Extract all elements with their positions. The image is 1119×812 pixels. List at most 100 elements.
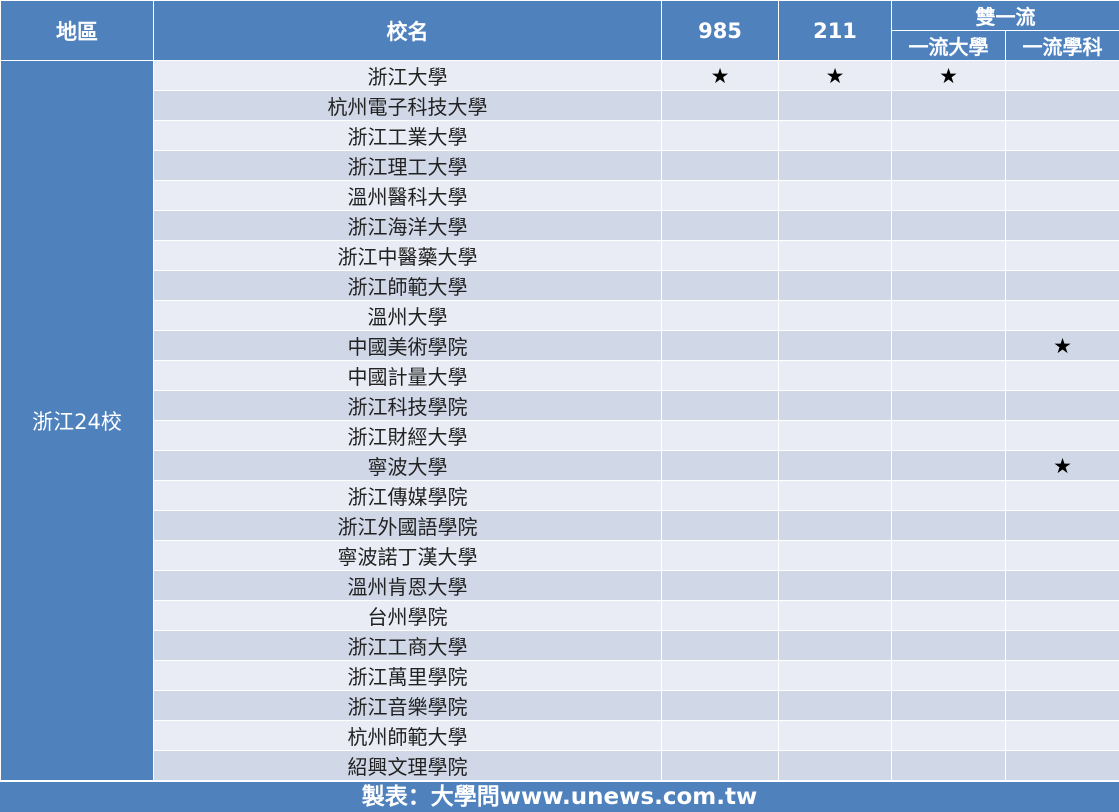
school-name-cell: 溫州醫科大學 [153,180,662,211]
table-row: 浙江科技學院 [1,390,1119,421]
cell-first-class-discipline [1005,750,1119,781]
school-name-cell: 寧波大學 [153,450,662,481]
header-region: 地區 [0,0,154,61]
cell-985 [661,300,779,331]
cell-first-class-university [891,150,1006,181]
cell-985 [661,150,779,181]
cell-first-class-discipline [1005,270,1119,301]
cell-first-class-university [891,120,1006,151]
cell-first-class-university [891,720,1006,751]
cell-first-class-discipline [1005,720,1119,751]
cell-first-class-discipline [1005,90,1119,121]
cell-first-class-discipline [1005,150,1119,181]
table-row: 浙江財經大學 [1,420,1119,451]
school-name-cell: 中國美術學院 [153,330,662,361]
cell-985 [661,330,779,361]
cell-211 [778,360,892,391]
table-row: 浙江萬里學院 [1,660,1119,691]
cell-first-class-discipline [1005,600,1119,631]
cell-first-class-university [891,210,1006,241]
cell-first-class-discipline [1005,690,1119,721]
school-name-cell: 浙江工業大學 [153,120,662,151]
cell-first-class-discipline [1005,540,1119,571]
school-name-cell: 杭州電子科技大學 [153,90,662,121]
cell-first-class-university [891,690,1006,721]
cell-211: ★ [778,60,892,91]
cell-985 [661,750,779,781]
cell-first-class-university [891,420,1006,451]
cell-985 [661,720,779,751]
cell-first-class-discipline [1005,60,1119,91]
cell-211 [778,510,892,541]
cell-first-class-university [891,570,1006,601]
cell-first-class-discipline: ★ [1005,330,1119,361]
cell-211 [778,90,892,121]
table-row: 浙江海洋大學 [1,210,1119,241]
cell-first-class-discipline [1005,180,1119,211]
cell-211 [778,330,892,361]
school-name-cell: 浙江音樂學院 [153,690,662,721]
school-name-cell: 浙江海洋大學 [153,210,662,241]
cell-985 [661,630,779,661]
cell-985 [661,360,779,391]
cell-211 [778,300,892,331]
cell-first-class-university [891,750,1006,781]
cell-985 [661,690,779,721]
cell-211 [778,720,892,751]
cell-first-class-university [891,450,1006,481]
school-name-cell: 浙江科技學院 [153,390,662,421]
region-cell: 浙江24校 [0,60,154,781]
cell-first-class-discipline [1005,480,1119,511]
cell-985 [661,210,779,241]
cell-first-class-discipline [1005,570,1119,601]
table-row: 浙江工商大學 [1,630,1119,661]
table-row: 中國計量大學 [1,360,1119,391]
cell-211 [778,180,892,211]
cell-first-class-university [891,180,1006,211]
cell-985: ★ [661,60,779,91]
cell-first-class-discipline [1005,390,1119,421]
table-row: 浙江工業大學 [1,120,1119,151]
cell-211 [778,450,892,481]
header-school-name: 校名 [153,0,662,61]
school-name-cell: 紹興文理學院 [153,750,662,781]
cell-211 [778,480,892,511]
school-table: 地區 校名 985 211 雙一流 一流大學 一流學科 浙江24校 浙江大學 ★ ★ ★… [0,0,1119,781]
table-row: 浙江24校 浙江大學 ★ ★ ★ [0,60,1119,781]
cell-985 [661,600,779,631]
cell-985 [661,510,779,541]
cell-first-class-university [891,300,1006,331]
school-name-cell: 浙江大學 [153,60,662,91]
table-row: 浙江中醫藥大學 [1,240,1119,271]
cell-first-class-university [891,600,1006,631]
cell-985 [661,480,779,511]
cell-985 [661,390,779,421]
table-row: 浙江理工大學 [1,150,1119,181]
cell-first-class-discipline [1005,300,1119,331]
cell-211 [778,270,892,301]
school-name-cell: 中國計量大學 [153,360,662,391]
table-body: 浙江24校 浙江大學 ★ ★ ★ 杭州電子科技大學 浙江工業大學 浙江理工大學 溫州醫科大學 浙江… [0,60,1119,781]
table-header: 地區 校名 985 211 雙一流 一流大學 一流學科 [0,0,1119,61]
header-double-first-class: 雙一流 [891,0,1119,31]
table-footer-credit: 製表：大學問www.unews.com.tw [0,782,1119,812]
table-row: 浙江音樂學院 [1,690,1119,721]
school-name-cell: 浙江財經大學 [153,420,662,451]
table-row: 台州學院 [1,600,1119,631]
cell-211 [778,690,892,721]
table-row: 溫州醫科大學 [1,180,1119,211]
cell-211 [778,210,892,241]
cell-first-class-discipline [1005,420,1119,451]
cell-211 [778,750,892,781]
table-row: 中國美術學院 ★ [1,330,1119,361]
cell-211 [778,540,892,571]
school-name-cell: 浙江師範大學 [153,270,662,301]
cell-985 [661,420,779,451]
cell-first-class-university [891,480,1006,511]
school-table-page: 地區 校名 985 211 雙一流 一流大學 一流學科 浙江24校 浙江大學 ★ ★ ★… [0,0,1119,812]
cell-first-class-discipline [1005,360,1119,391]
table-row: 寧波大學 ★ [1,450,1119,481]
cell-985 [661,240,779,271]
cell-first-class-university [891,270,1006,301]
school-name-cell: 浙江傳媒學院 [153,480,662,511]
